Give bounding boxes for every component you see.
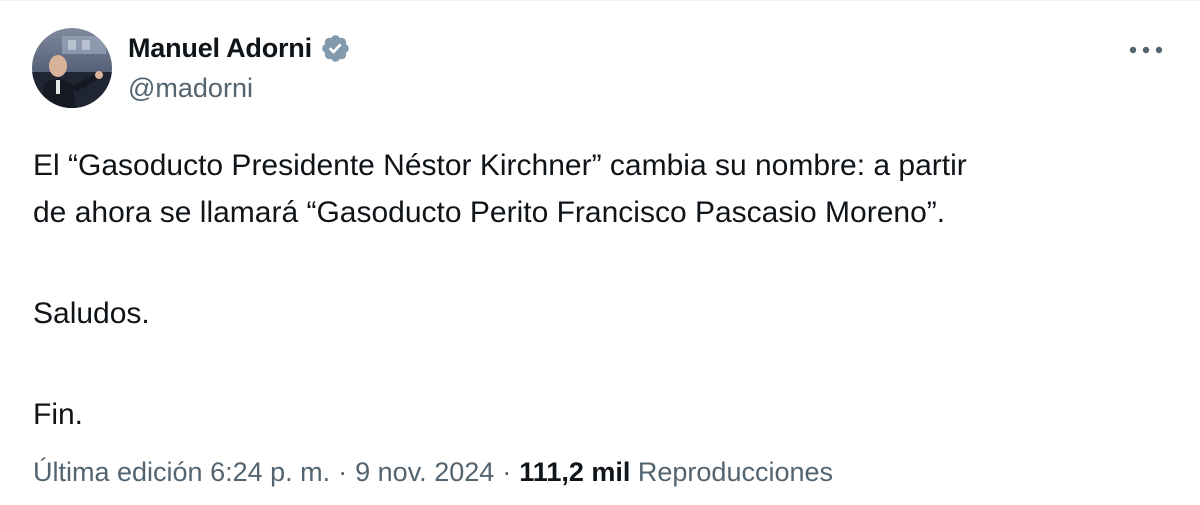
tweet-meta: Última edición 6:24 p. m. · 9 nov. 2024 · 11…	[33, 457, 833, 488]
tweet-paragraph: El “Gasoducto Presidente Néstor Kirchner…	[33, 142, 1163, 236]
more-options-button[interactable]	[1126, 37, 1166, 63]
views-count: 111,2 mil	[519, 457, 631, 487]
tweet-text-line: de ahora se llamará “Gasoducto Perito Fr…	[33, 196, 946, 229]
display-name[interactable]: Manuel Adorni	[128, 33, 312, 64]
handle[interactable]: @madorni	[128, 73, 351, 104]
views-label: Reproducciones	[637, 457, 834, 487]
meta-separator: ·	[338, 457, 348, 487]
tweet-greeting: Saludos.	[33, 297, 150, 330]
edited-time-link[interactable]: Última edición 6:24 p. m.	[33, 457, 330, 487]
more-horizontal-icon	[1129, 46, 1163, 54]
tweet-text: El “Gasoducto Presidente Néstor Kirchner…	[33, 142, 1163, 438]
tweet-date-link[interactable]: 9 nov. 2024	[355, 457, 494, 487]
meta-separator: ·	[502, 457, 512, 487]
name-row: Manuel Adorni	[128, 31, 351, 65]
tweet-card: Manuel Adorni @madorni El “Gasoducto Pre…	[0, 0, 1200, 505]
verified-badge-icon	[320, 33, 351, 64]
author-block: Manuel Adorni @madorni	[128, 31, 351, 104]
avatar-photo	[32, 28, 112, 108]
avatar[interactable]	[32, 28, 112, 108]
tweet-text-line: El “Gasoducto Presidente Néstor Kirchner…	[33, 149, 967, 182]
tweet-closing: Fin.	[33, 398, 84, 431]
